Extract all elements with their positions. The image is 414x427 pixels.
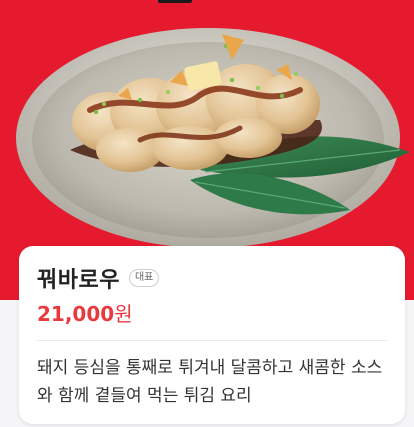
signature-badge: 대표	[128, 269, 160, 287]
menu-info-card: 꿔바로우 대표 21,000원 돼지 등심을 통째로 튀겨내 달콤하고 새콤한 …	[19, 246, 405, 424]
menu-name-row: 꿔바로우 대표	[37, 262, 160, 294]
top-indicator-bar	[158, 0, 192, 3]
menu-name: 꿔바로우	[37, 268, 120, 293]
price-currency: 원	[114, 302, 133, 326]
menu-description: 돼지 등심을 통째로 튀겨내 달콤하고 새콤한 소스와 함께 곁들여 먹는 튀김…	[37, 358, 383, 406]
price-amount: 21,000	[37, 302, 115, 326]
menu-price: 21,000원	[37, 298, 133, 327]
divider	[37, 340, 387, 341]
